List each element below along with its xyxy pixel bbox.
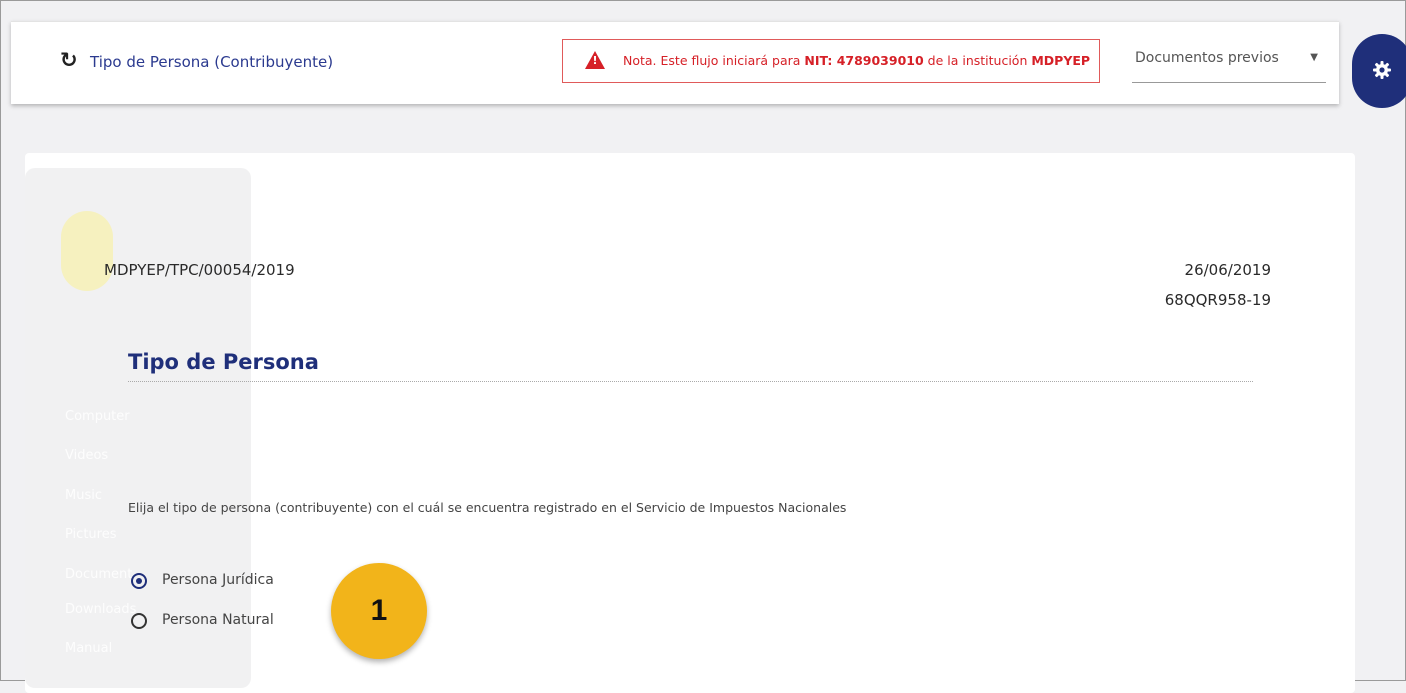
- ghost-sidebar-overlay: [25, 168, 251, 688]
- section-title: Tipo de Persona: [128, 350, 319, 374]
- note-institution: MDPYEP: [1031, 53, 1091, 68]
- gear-icon: [1373, 61, 1391, 79]
- ghost-item: Videos: [65, 448, 109, 463]
- document-reference: 68QQR958-19: [1164, 291, 1271, 309]
- radio-unchecked-icon[interactable]: [131, 613, 147, 629]
- ghost-item: Pictures: [65, 527, 117, 542]
- app-frame: ↻ Tipo de Persona (Contribuyente) ! Nota…: [0, 0, 1406, 693]
- previous-documents-dropdown[interactable]: Documentos previos ▼: [1132, 46, 1326, 83]
- instruction-text: Elija el tipo de persona (contribuyente)…: [128, 500, 847, 515]
- radio-label[interactable]: Persona Natural: [162, 612, 274, 628]
- ghost-item: Music: [65, 488, 102, 503]
- warning-note: ! Nota. Este flujo iniciará para NIT: 47…: [562, 39, 1100, 83]
- radio-checked-icon[interactable]: [131, 573, 147, 589]
- radio-label[interactable]: Persona Jurídica: [162, 572, 274, 588]
- note-middle: de la institución: [923, 53, 1032, 68]
- ghost-item: Computer: [65, 409, 130, 424]
- ghost-item: Document: [65, 567, 133, 582]
- note-nit: NIT: 4789039010: [804, 53, 924, 68]
- note-prefix: Nota. Este flujo iniciará para: [623, 53, 805, 68]
- document-code: MDPYEP/TPC/00054/2019: [104, 261, 295, 279]
- section-divider: [128, 381, 1253, 382]
- flow-title: Tipo de Persona (Contribuyente): [90, 53, 334, 71]
- warning-note-text: Nota. Este flujo iniciará para NIT: 4789…: [623, 53, 1090, 68]
- refresh-icon[interactable]: ↻: [60, 50, 78, 71]
- top-toolbar: ↻ Tipo de Persona (Contribuyente) ! Nota…: [11, 21, 1339, 104]
- step-number-badge: 1: [331, 563, 427, 659]
- ghost-item: Manual: [65, 641, 113, 656]
- document-date: 26/06/2019: [1184, 261, 1271, 279]
- warning-exclamation: !: [592, 54, 598, 67]
- chevron-down-icon: ▼: [1310, 52, 1318, 63]
- ghost-avatar: [61, 211, 113, 291]
- settings-button[interactable]: [1352, 34, 1406, 108]
- ghost-item: Downloads: [65, 602, 137, 617]
- dropdown-label: Documentos previos: [1135, 50, 1279, 66]
